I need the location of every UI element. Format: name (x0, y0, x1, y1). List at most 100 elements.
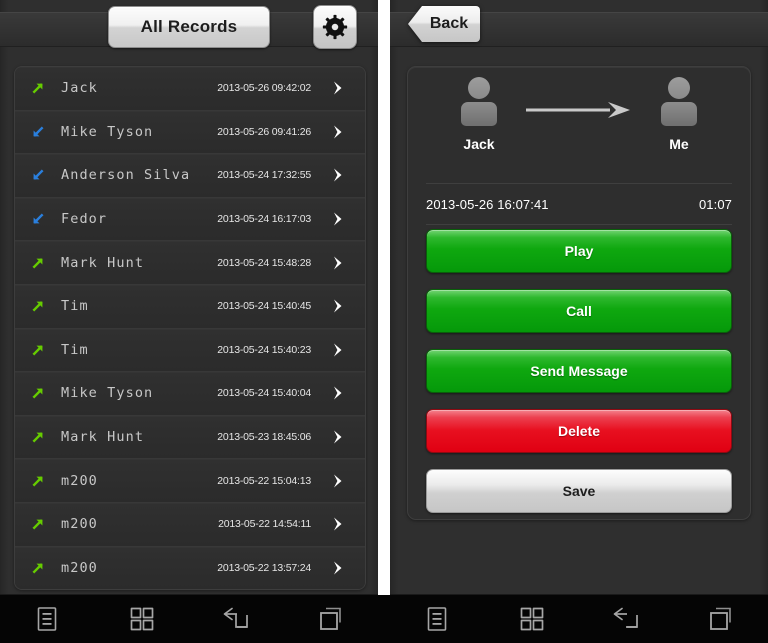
action-button-send-message[interactable]: Send Message (426, 349, 732, 393)
call-direction-icon (31, 343, 61, 357)
nav-home-button[interactable] (110, 597, 174, 641)
party-to: Me (642, 77, 716, 152)
outgoing-call-icon (32, 563, 43, 574)
party-row: Jack Me (408, 77, 750, 177)
action-button-play[interactable]: Play (426, 229, 732, 273)
record-name: Jack (61, 80, 98, 97)
call-timestamp: 2013-05-26 16:07:41 (426, 196, 549, 212)
party-to-name: Me (669, 136, 689, 152)
back-button-label: Back (429, 15, 469, 32)
chevron-right-icon[interactable] (323, 473, 365, 489)
record-time: 2013-05-22 15:04:13 (217, 474, 311, 487)
right-arrow-icon (526, 102, 630, 118)
outgoing-call-icon (32, 301, 43, 312)
chevron-right-icon[interactable] (323, 298, 365, 314)
all-records-button[interactable]: All Records (108, 6, 270, 48)
screen: All Records Jack 2013-05-26 09:42:02 Mik… (0, 0, 768, 643)
action-button-save[interactable]: Save (426, 469, 732, 513)
call-detail-card: Jack Me 2013-05-26 16:07:41 01:07 Play C… (407, 66, 751, 520)
record-name: m200 (61, 559, 98, 576)
outgoing-call-icon (32, 83, 43, 94)
record-time: 2013-05-24 16:17:03 (217, 213, 311, 226)
record-row[interactable]: Mark Hunt 2013-05-23 18:45:06 (15, 415, 365, 460)
call-direction-icon (31, 81, 61, 95)
outgoing-call-icon (32, 519, 43, 530)
record-name: m200 (61, 516, 98, 533)
record-time: 2013-05-24 15:48:28 (217, 256, 311, 269)
chevron-right-icon[interactable] (323, 255, 365, 271)
record-name: m200 (61, 472, 98, 489)
nav-home-button[interactable] (500, 597, 564, 641)
chevron-right-icon[interactable] (323, 80, 365, 96)
record-name: Mark Hunt (61, 254, 145, 271)
record-row[interactable]: Mike Tyson 2013-05-24 15:40:04 (15, 372, 365, 416)
back-icon (223, 607, 249, 628)
record-time: 2013-05-24 17:32:55 (217, 169, 311, 182)
call-direction-icon (31, 256, 61, 270)
chevron-right-icon[interactable] (323, 167, 365, 183)
records-list: Jack 2013-05-26 09:42:02 Mike Tyson 2013-05… (14, 66, 366, 591)
action-button-label: Delete (557, 423, 601, 439)
call-direction-icon (31, 299, 61, 313)
avatar (457, 77, 501, 129)
record-row[interactable]: Anderson Silva 2013-05-24 17:32:55 (15, 154, 365, 198)
call-direction-icon (31, 125, 61, 139)
record-time: 2013-05-22 13:57:24 (217, 561, 311, 574)
record-time: 2013-05-24 15:40:45 (217, 300, 311, 313)
recents-icon (319, 607, 341, 630)
home-icon (130, 607, 154, 631)
action-buttons: Play Call Send Message Delete Save (426, 229, 732, 513)
chevron-right-icon[interactable] (323, 342, 365, 358)
nav-menu-button[interactable] (15, 597, 79, 641)
avatar (657, 77, 701, 129)
action-button-call[interactable]: Call (426, 289, 732, 333)
record-time: 2013-05-24 15:40:04 (217, 387, 311, 400)
record-row[interactable]: Fedor 2013-05-24 16:17:03 (15, 197, 365, 242)
home-icon (520, 607, 544, 631)
record-row[interactable]: Tim 2013-05-24 15:40:45 (15, 284, 365, 329)
nav-recents-button[interactable] (689, 597, 753, 641)
record-row[interactable]: Mark Hunt 2013-05-24 15:48:28 (15, 241, 365, 285)
call-meta-row: 2013-05-26 16:07:41 01:07 (426, 183, 732, 225)
record-row[interactable]: Mike Tyson 2013-05-26 09:41:26 (15, 110, 365, 155)
nav-back-button[interactable] (594, 597, 658, 641)
record-time: 2013-05-26 09:41:26 (217, 125, 311, 138)
record-row[interactable]: m200 2013-05-22 15:04:13 (15, 459, 365, 503)
settings-button[interactable] (313, 5, 357, 49)
call-direction-icon (31, 386, 61, 400)
gear-icon (322, 14, 348, 40)
call-direction-icon (31, 168, 61, 182)
chevron-right-icon[interactable] (323, 560, 365, 576)
chevron-right-icon[interactable] (323, 385, 365, 401)
outgoing-call-icon (32, 257, 43, 269)
chevron-right-icon[interactable] (323, 124, 365, 140)
record-name: Tim (61, 341, 89, 358)
right-panel-content: Back Jack Me 2013-05-26 16:07:41 01:07 P… (390, 0, 768, 595)
chevron-right-icon[interactable] (323, 429, 365, 445)
record-name: Fedor (61, 211, 108, 228)
incoming-call-icon (33, 169, 44, 181)
record-name: Mark Hunt (61, 429, 145, 446)
record-row[interactable]: Jack 2013-05-26 09:42:02 (15, 67, 365, 111)
record-row[interactable]: Tim 2013-05-24 15:40:23 (15, 328, 365, 373)
nav-recents-button[interactable] (299, 597, 363, 641)
record-row[interactable]: m200 2013-05-22 14:54:11 (15, 502, 365, 547)
call-direction-icon (31, 517, 61, 531)
call-direction-icon (31, 430, 61, 444)
chevron-right-icon[interactable] (323, 516, 365, 532)
call-direction-icon (31, 212, 61, 226)
nav-menu-button[interactable] (405, 597, 469, 641)
incoming-call-icon (33, 126, 44, 137)
action-button-delete[interactable]: Delete (426, 409, 732, 453)
recents-icon (709, 607, 731, 630)
incoming-call-icon (33, 213, 44, 224)
chevron-right-icon[interactable] (323, 211, 365, 227)
outgoing-call-icon (32, 345, 43, 356)
party-from: Jack (442, 77, 516, 152)
record-name: Tim (61, 298, 89, 315)
left-panel: All Records Jack 2013-05-26 09:42:02 Mik… (0, 0, 378, 643)
nav-back-button[interactable] (204, 597, 268, 641)
record-row[interactable]: m200 2013-05-22 13:57:24 (15, 546, 365, 590)
record-time: 2013-05-24 15:40:23 (217, 343, 311, 356)
back-button[interactable]: Back (408, 6, 480, 42)
